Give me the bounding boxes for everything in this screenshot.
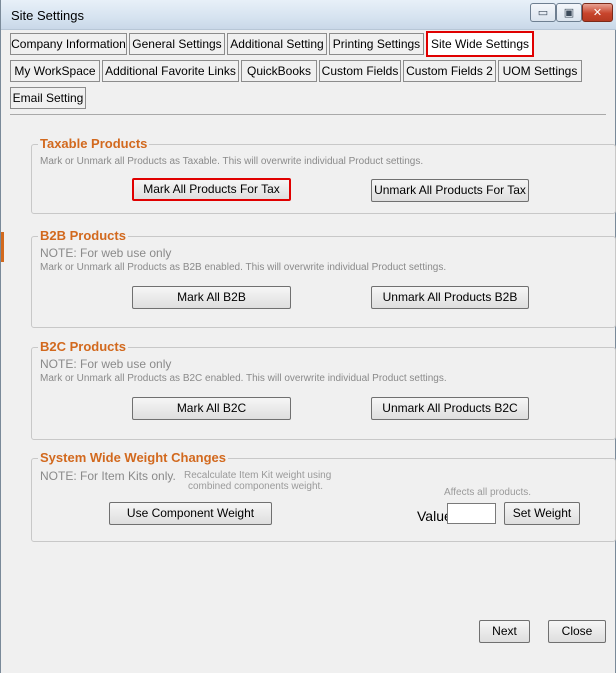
unmark-all-products-b2b-button[interactable]: Unmark All Products B2B: [371, 286, 529, 309]
maximize-button[interactable]: ▣: [556, 3, 582, 22]
tab-additional-setting[interactable]: Additional Setting: [227, 33, 327, 55]
weight-changes-legend: System Wide Weight Changes: [38, 450, 229, 465]
minimize-button[interactable]: ▭: [530, 3, 556, 22]
set-weight-button[interactable]: Set Weight: [504, 502, 580, 525]
b2b-description: Mark or Unmark all Products as B2B enabl…: [40, 262, 447, 273]
b2c-products-group: B2C Products NOTE: For web use only Mark…: [31, 339, 616, 440]
weight-value-input[interactable]: [447, 503, 496, 524]
tab-printing-settings[interactable]: Printing Settings: [329, 33, 424, 55]
mark-all-b2c-button[interactable]: Mark All B2C: [132, 397, 291, 420]
b2c-note: NOTE: For web use only: [40, 357, 172, 371]
b2c-description: Mark or Unmark all Products as B2C enabl…: [40, 373, 447, 384]
tab-custom-fields-2[interactable]: Custom Fields 2: [403, 60, 496, 82]
taxable-products-description: Mark or Unmark all Products as Taxable. …: [40, 156, 424, 167]
unmark-all-products-b2c-button[interactable]: Unmark All Products B2C: [371, 397, 529, 420]
weight-description-line2: combined components weight.: [188, 481, 324, 492]
title-bar: Site Settings ▭ ▣ ✕: [1, 0, 616, 30]
site-settings-window: Site Settings ▭ ▣ ✕ Company Information …: [0, 0, 616, 673]
tab-content-border: [10, 114, 606, 115]
unmark-all-products-for-tax-button[interactable]: Unmark All Products For Tax: [371, 179, 529, 202]
mark-all-b2b-button[interactable]: Mark All B2B: [132, 286, 291, 309]
weight-description-line1: Recalculate Item Kit weight using: [184, 470, 332, 481]
close-button[interactable]: Close: [548, 620, 606, 643]
mark-all-products-for-tax-button[interactable]: Mark All Products For Tax: [132, 178, 291, 201]
tab-uom-settings[interactable]: UOM Settings: [498, 60, 582, 82]
taxable-products-group: Taxable Products Mark or Unmark all Prod…: [31, 136, 616, 214]
tab-my-workspace[interactable]: My WorkSpace: [10, 60, 100, 82]
b2b-products-legend: B2B Products: [38, 228, 128, 243]
weight-note: NOTE: For Item Kits only.: [40, 469, 176, 483]
tab-site-wide-settings[interactable]: Site Wide Settings: [426, 31, 534, 57]
tab-additional-favorite-links[interactable]: Additional Favorite Links: [102, 60, 239, 82]
tab-company-information[interactable]: Company Information: [10, 33, 127, 55]
weight-changes-group: System Wide Weight Changes NOTE: For Ite…: [31, 450, 616, 542]
close-window-button[interactable]: ✕: [582, 3, 613, 22]
b2b-products-group: B2B Products NOTE: For web use only Mark…: [31, 228, 616, 328]
left-edge-marker: [1, 232, 4, 262]
b2b-note: NOTE: For web use only: [40, 246, 172, 260]
use-component-weight-button[interactable]: Use Component Weight: [109, 502, 272, 525]
tab-quickbooks[interactable]: QuickBooks: [241, 60, 317, 82]
tab-general-settings[interactable]: General Settings: [129, 33, 225, 55]
weight-affects-note: Affects all products.: [444, 487, 532, 498]
window-title: Site Settings: [11, 8, 84, 23]
taxable-products-legend: Taxable Products: [38, 136, 150, 151]
b2c-products-legend: B2C Products: [38, 339, 128, 354]
next-button[interactable]: Next: [479, 620, 530, 643]
tab-custom-fields[interactable]: Custom Fields: [319, 60, 401, 82]
tab-email-setting[interactable]: Email Setting: [10, 87, 86, 109]
